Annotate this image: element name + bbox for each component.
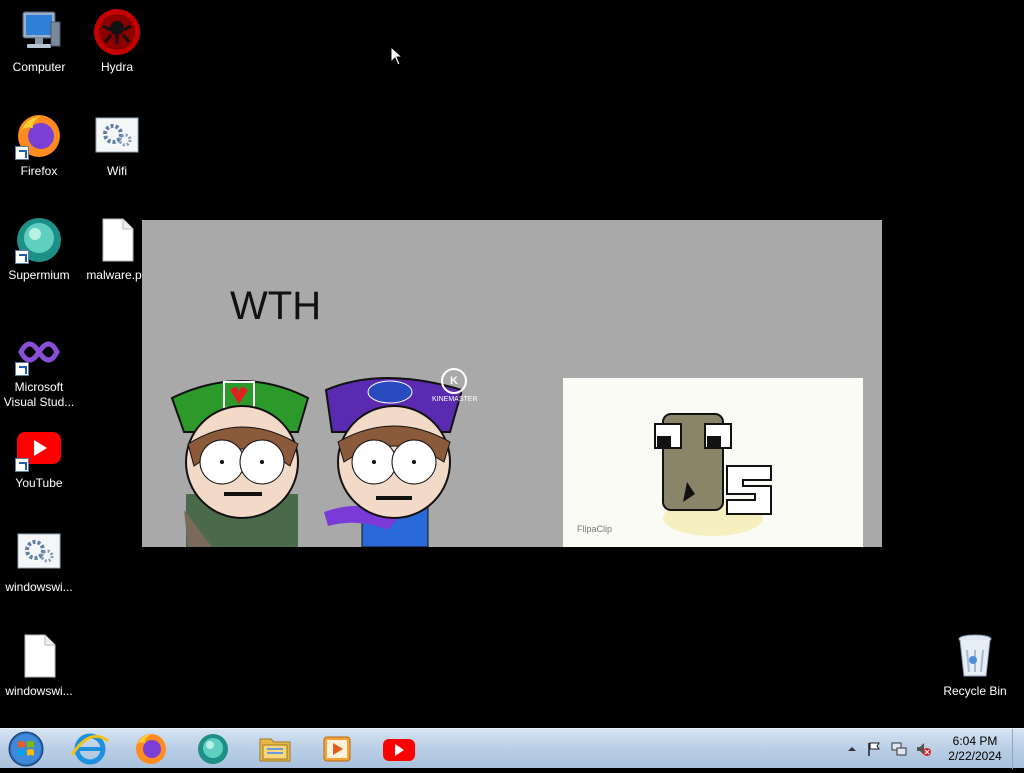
taskbar-internet-explorer-button[interactable] <box>66 731 114 767</box>
firefox-icon <box>15 112 63 160</box>
settings-file-icon <box>15 528 63 576</box>
settings-file-icon <box>93 112 141 160</box>
video-overlay: WTH K KINEMASTER FlipaClip <box>142 220 882 547</box>
desktop-icon-computer[interactable]: Computer <box>0 8 78 75</box>
hydra-icon <box>93 8 141 56</box>
desktop-icon-supermium[interactable]: Supermium <box>0 216 78 283</box>
flag-icon <box>868 742 880 756</box>
desktop-icon-label: Supermium <box>8 268 70 282</box>
blank-file-icon <box>15 632 63 680</box>
show-hidden-icons-button[interactable] <box>844 741 860 757</box>
flipaclip-watermark: FlipaClip <box>577 524 613 534</box>
firefox-icon <box>136 734 166 764</box>
desktop-icon-firefox[interactable]: Firefox <box>0 112 78 179</box>
desktop-icon-hydra[interactable]: Hydra <box>78 8 156 75</box>
taskbar: 6:04 PM 2/22/2024 <box>0 728 1024 769</box>
kinemaster-watermark: K KINEMASTER <box>432 368 478 403</box>
desktop-icon-youtube[interactable]: YouTube <box>0 424 78 491</box>
chevron-up-icon <box>848 747 856 751</box>
desktop-icon-label: windowswi... <box>5 684 73 698</box>
desktop-icon-label: Firefox <box>20 164 58 178</box>
mouse-cursor-icon <box>390 46 404 66</box>
kinemaster-logo-icon: K <box>441 368 467 394</box>
file-explorer-icon <box>259 738 291 762</box>
shortcut-arrow-icon <box>15 362 29 376</box>
clock-time: 6:04 PM <box>952 734 998 748</box>
desktop-icon-label: Microsoft Visual Stud... <box>3 380 75 409</box>
desktop[interactable]: Computer Hydra Firefox Wifi Supermium ma… <box>0 0 1024 728</box>
supermium-icon <box>15 216 63 264</box>
volume-button[interactable] <box>915 741 931 757</box>
volume-muted-icon <box>917 743 931 756</box>
taskbar-file-explorer-button[interactable] <box>251 731 299 767</box>
desktop-icon-label: Wifi <box>107 164 127 178</box>
internet-explorer-icon <box>70 733 109 765</box>
recycle-bin-icon <box>951 632 999 680</box>
shortcut-arrow-icon <box>15 146 29 160</box>
taskbar-firefox-button[interactable] <box>127 731 175 767</box>
network-icon <box>891 742 907 756</box>
blank-file-icon <box>93 216 141 264</box>
taskbar-media-player-button[interactable] <box>313 731 361 767</box>
desktop-icon-windowswi-file[interactable]: windowswi... <box>0 632 78 699</box>
show-desktop-button[interactable] <box>1012 729 1024 769</box>
windows-logo-icon <box>8 731 44 767</box>
desktop-icon-label: Computer <box>12 60 66 74</box>
desktop-icon-wifi[interactable]: Wifi <box>78 112 156 179</box>
supermium-icon <box>198 734 228 764</box>
cartoon-characters-image <box>170 377 462 547</box>
visual-studio-icon <box>15 328 63 376</box>
action-center-button[interactable] <box>866 741 882 757</box>
desktop-icon-recycle-bin[interactable]: Recycle Bin <box>936 632 1014 699</box>
media-player-icon <box>323 736 351 762</box>
desktop-icon-windowswi-config[interactable]: windowswi... <box>0 528 78 595</box>
desktop-icon-label: YouTube <box>15 476 63 490</box>
computer-icon <box>15 8 63 56</box>
taskbar-youtube-button[interactable] <box>375 731 423 767</box>
cartoon-letter-character-image <box>654 413 772 536</box>
taskbar-clock[interactable]: 6:04 PM 2/22/2024 <box>940 734 1010 764</box>
video-title: WTH <box>230 284 322 328</box>
shortcut-arrow-icon <box>15 458 29 472</box>
youtube-icon <box>15 424 63 472</box>
desktop-icon-label: Recycle Bin <box>943 684 1007 698</box>
clock-date: 2/22/2024 <box>948 749 1002 763</box>
start-button[interactable] <box>6 730 46 768</box>
taskbar-supermium-button[interactable] <box>189 731 237 767</box>
shortcut-arrow-icon <box>15 250 29 264</box>
desktop-icon-visual-studio[interactable]: Microsoft Visual Stud... <box>0 328 78 410</box>
watermark-text: KINEMASTER <box>432 396 478 403</box>
desktop-icon-label: Hydra <box>100 60 133 74</box>
network-button[interactable] <box>891 741 907 757</box>
youtube-icon <box>383 739 415 761</box>
inset-video-frame: FlipaClip <box>563 378 863 547</box>
desktop-icon-label: windowswi... <box>5 580 73 594</box>
